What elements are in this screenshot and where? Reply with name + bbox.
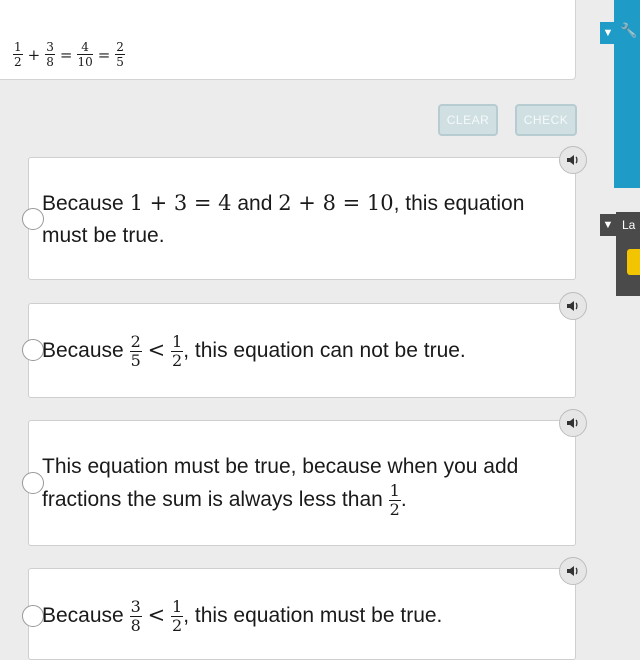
check-button[interactable]: CHECK [515,104,577,136]
answer-option-2[interactable]: Because 25 < 12, this equation can not b… [22,292,587,398]
plus-sign: + [27,45,41,64]
option-4-text: Because 38 < 12, this equation must be t… [42,597,443,635]
language-swatch[interactable] [627,249,640,275]
fraction-3-8: 38 [129,597,142,635]
radio-button-3[interactable] [22,472,44,494]
speaker-icon[interactable] [559,146,587,174]
fraction-1-2: 12 [388,481,401,519]
radio-button-2[interactable] [22,339,44,361]
option-1-text: Because 1 + 3 = 4 and 2 + 8 = 10, this e… [42,191,525,247]
language-label: La [622,218,636,232]
fraction-2-5: 25 [129,332,142,370]
language-toggle-arrow-icon[interactable]: ▼ [600,214,616,236]
equals-sign: = [59,45,73,64]
option-3-text: This equation must be true, because when… [42,455,519,519]
wrench-icon[interactable]: 🔧 [620,22,637,39]
speaker-icon[interactable] [559,292,587,320]
speaker-icon[interactable] [559,409,587,437]
question-equation: 12 + 38 = 4 10 = 25 [13,41,125,68]
question-panel: 12 + 38 = 4 10 = 25 [0,0,576,80]
equals-sign: = [97,45,111,64]
answer-option-1[interactable]: Because 1 + 3 = 4 and 2 + 8 = 10, this e… [22,146,587,280]
fraction-3-8: 38 [45,40,55,69]
radio-button-1[interactable] [22,208,44,230]
fraction-4-10: 4 10 [77,40,93,69]
tools-toggle-arrow-icon[interactable]: ▼ [600,22,616,44]
clear-button[interactable]: CLEAR [438,104,498,136]
answer-option-3[interactable]: This equation must be true, because when… [22,409,587,546]
fraction-2-5: 25 [115,40,125,69]
fraction-1-2: 12 [171,597,184,635]
fraction-1-2: 12 [171,332,184,370]
option-2-text: Because 25 < 12, this equation can not b… [42,332,466,370]
speaker-icon[interactable] [559,557,587,585]
fraction-1-2: 12 [13,40,23,69]
radio-button-4[interactable] [22,605,44,627]
answer-option-4[interactable]: Because 38 < 12, this equation must be t… [22,557,587,660]
